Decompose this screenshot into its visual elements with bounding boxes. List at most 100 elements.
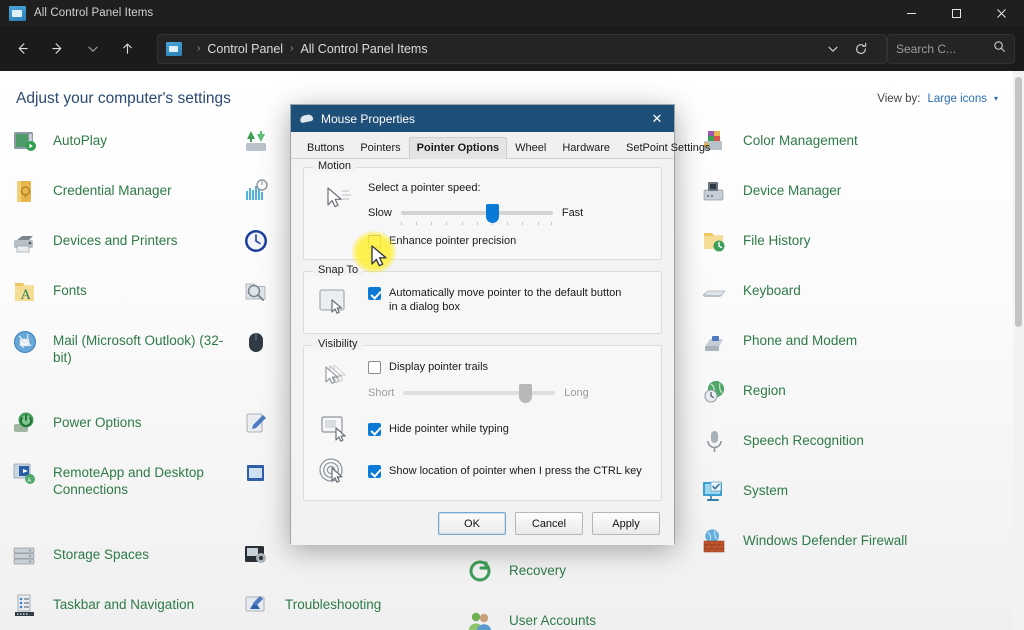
pointer-speed-icon [316,182,356,218]
list-item-label: User Accounts [509,613,597,628]
trails-slider-thumb[interactable] [518,384,532,403]
list-item-label: Region [743,383,786,398]
pointer-trails-block: Display pointer trails Short Long [316,360,649,403]
pointer-trails-checkbox[interactable] [368,361,381,374]
recent-locations-button[interactable] [77,33,108,64]
tab-buttons[interactable]: Buttons [299,137,352,159]
breadcrumb-separator-1: › [197,43,201,54]
list-item[interactable]: Devices and Printers [10,225,242,275]
list-item[interactable]: File History [700,225,1000,275]
search-input[interactable]: Search C... [887,33,1015,64]
trails-slider-row: Short Long [368,383,649,403]
dialog-title: Mouse Properties [321,111,416,126]
snap-to-checkbox[interactable] [368,287,381,300]
credential-manager-icon [10,177,40,207]
snap-to-row[interactable]: Automatically move pointer to the defaul… [368,286,649,314]
taskbar-navigation-icon [10,591,40,621]
ctrl-locate-block: Show location of pointer when I press th… [316,456,649,486]
file-history-icon [700,227,730,257]
tab-setpoint-settings[interactable]: SetPoint Settings [618,137,718,159]
pointer-options-page: Motion Select a pointer speed: Slow Fast… [291,159,674,545]
view-by-label: View by: [877,93,921,105]
dialog-close-button[interactable]: ✕ [642,106,672,131]
cancel-button[interactable]: Cancel [515,512,583,535]
list-item-label: Devices and Printers [53,233,178,248]
snap-to-group-label: Snap To [313,264,364,276]
back-button[interactable] [7,33,38,64]
list-item[interactable]: Mail (Microsoft Outlook) (32-bit) [10,325,242,391]
breadcrumb-control-panel[interactable]: Control Panel [207,42,283,56]
up-button[interactable] [112,33,143,64]
list-item[interactable]: Region [700,375,1000,425]
tab-hardware[interactable]: Hardware [554,137,618,159]
tab-pointers[interactable]: Pointers [352,137,408,159]
list-item[interactable]: System [700,475,1000,525]
list-item[interactable]: Color Management [700,125,1000,175]
list-item-label: Recovery [509,563,567,578]
list-item[interactable]: Keyboard [700,275,1000,325]
view-by-value[interactable]: Large icons [928,93,987,105]
forward-button[interactable] [42,33,73,64]
recovery-gear-icon [242,541,272,571]
list-item[interactable]: Windows Defender Firewall [700,525,1000,575]
visibility-group: Visibility Display pointer trails Short … [303,338,662,501]
list-item[interactable]: Phone and Modem [700,325,1000,375]
pointer-trails-icon [316,360,356,396]
list-item-label: Credential Manager [53,183,172,198]
list-item[interactable]: Speech Recognition [700,425,1000,475]
ctrl-locate-row[interactable]: Show location of pointer when I press th… [368,464,649,478]
scrollbar-thumb[interactable] [1015,77,1022,327]
tab-pointer-options[interactable]: Pointer Options [408,137,508,159]
ok-button[interactable]: OK [438,512,506,535]
minimize-button[interactable] [889,0,934,26]
hide-pointer-icon [316,414,356,444]
list-item[interactable]: A Fonts [10,275,242,325]
list-item[interactable]: Taskbar and Navigation [10,589,242,630]
pointer-trails-row[interactable]: Display pointer trails [368,360,649,374]
items-column-1: AutoPlay Credential Manager Devices and … [10,125,242,630]
list-item[interactable]: Recovery [466,555,698,605]
pointer-speed-slider-row: Slow Fast [368,203,649,225]
dialog-titlebar: Mouse Properties ✕ [291,105,674,132]
data-usage-icon [242,177,272,207]
slider-short-label: Short [368,387,395,399]
snap-to-group-inner: Automatically move pointer to the defaul… [304,272,661,333]
control-panel-icon [9,5,26,21]
list-item[interactable]: A RemoteApp and Desktop Connections [10,457,242,523]
content-scrollbar[interactable] [1013,71,1024,630]
motion-group-inner: Select a pointer speed: Slow Fast Enhanc… [304,168,661,259]
list-item[interactable]: Storage Spaces [10,539,242,589]
apply-button[interactable]: Apply [592,512,660,535]
page-title: Adjust your computer's settings [16,90,231,107]
breadcrumb-all-control-panel-items[interactable]: All Control Panel Items [300,42,427,56]
pointer-speed-thumb[interactable] [486,204,500,223]
enhance-precision-row[interactable]: Enhance pointer precision [368,234,649,248]
search-icon [993,40,1006,58]
chevron-down-icon[interactable]: ▾ [994,94,998,103]
trails-slider[interactable] [403,383,556,403]
enhance-precision-checkbox[interactable] [368,235,381,248]
list-item[interactable]: AutoPlay [10,125,242,175]
list-item-label: Troubleshooting [285,597,382,612]
list-item[interactable]: Power Options [10,407,242,457]
list-item[interactable]: Device Manager [700,175,1000,225]
chevron-down-icon[interactable] [820,35,846,63]
address-control-panel-icon [166,41,182,56]
tab-wheel[interactable]: Wheel [507,137,554,159]
pointer-speed-slider[interactable] [400,203,553,225]
dialog-body: Buttons Pointers Pointer Options Wheel H… [291,132,710,545]
ctrl-locate-checkbox[interactable] [368,465,381,478]
slider-rail [400,211,553,215]
hide-pointer-row[interactable]: Hide pointer while typing [368,422,649,436]
list-item[interactable] [242,539,474,589]
pointer-trails-label: Display pointer trails [389,361,489,373]
list-item[interactable]: Credential Manager [10,175,242,225]
refresh-button[interactable] [846,35,876,63]
list-item-label: Storage Spaces [53,547,150,562]
hide-pointer-checkbox[interactable] [368,423,381,436]
address-bar[interactable]: › Control Panel › All Control Panel Item… [157,33,887,64]
maximize-button[interactable] [934,0,979,26]
close-button[interactable] [979,0,1024,26]
list-item[interactable]: User Accounts [466,605,698,630]
list-item[interactable]: Troubleshooting [242,589,474,630]
